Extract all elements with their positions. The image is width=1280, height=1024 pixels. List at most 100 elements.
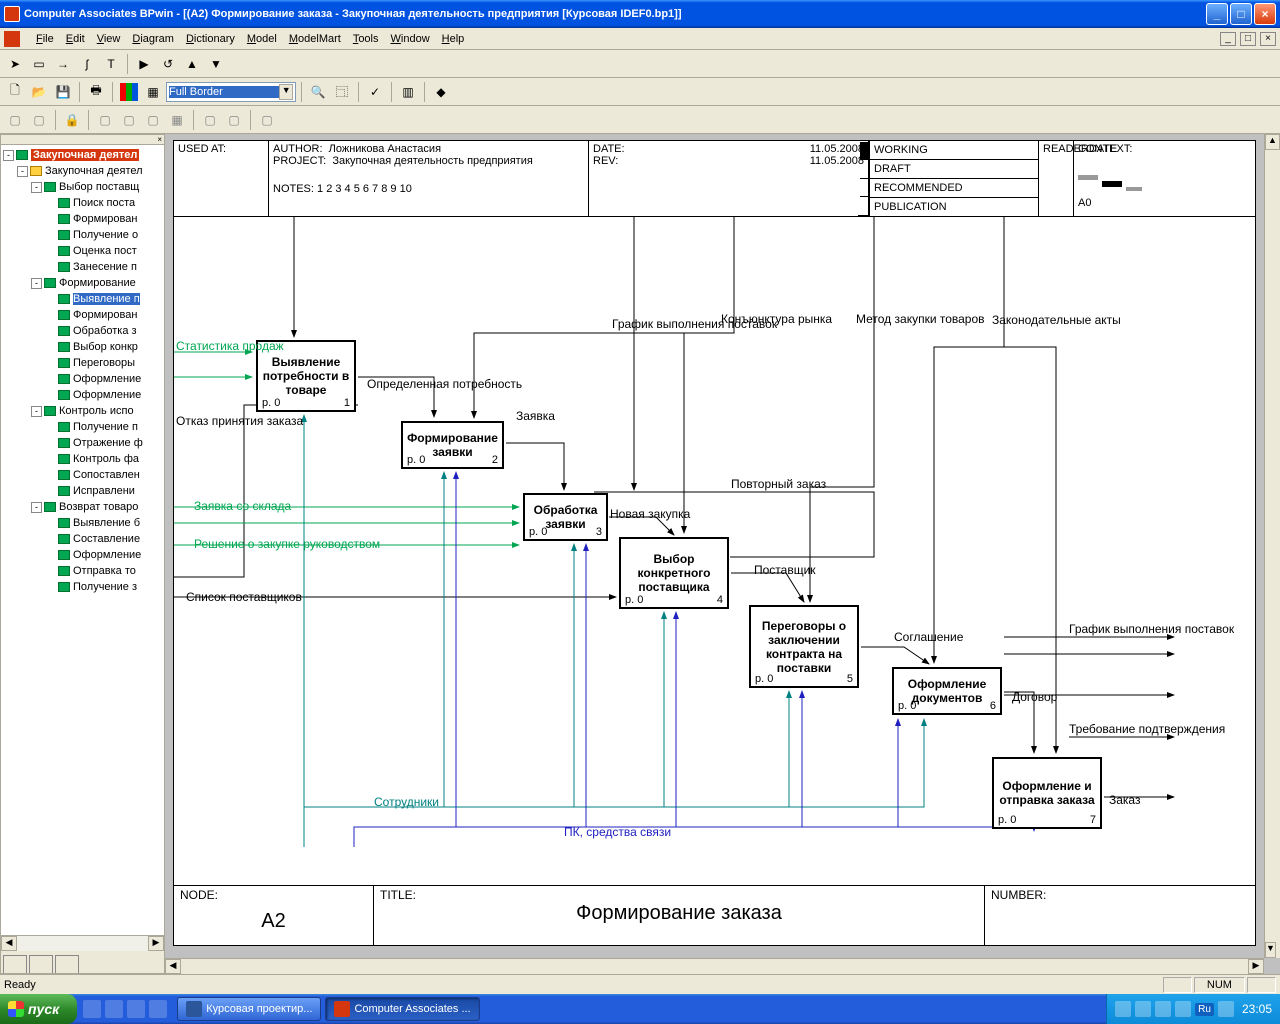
activity-box-4[interactable]: Выбор конкретного поставщикаp. 04 — [619, 537, 729, 609]
tree-node[interactable]: Оформление — [1, 387, 164, 403]
mm-grid-button[interactable]: ▦ — [166, 109, 188, 131]
tree-node[interactable]: Переговоры — [1, 355, 164, 371]
tree-node[interactable]: Формирован — [1, 211, 164, 227]
scroll-left-button[interactable]: ◀ — [165, 959, 181, 974]
modelmart-button[interactable]: ◆ — [430, 81, 452, 103]
canvas-h-scrollbar[interactable]: ◀ ▶ — [165, 958, 1264, 974]
arrow-tool-button[interactable]: → — [52, 53, 74, 75]
tree-node[interactable]: -Закупочная деятел — [1, 147, 164, 163]
refresh-button[interactable]: ↺ — [157, 53, 179, 75]
play-button[interactable]: ▶ — [133, 53, 155, 75]
mm-btn-7[interactable]: ▢ — [223, 109, 245, 131]
activity-box-3[interactable]: Обработка заявкиp. 03 — [523, 493, 608, 541]
menu-tools[interactable]: Tools — [347, 31, 385, 47]
mm-lock-button[interactable]: 🔒 — [61, 109, 83, 131]
report-button[interactable]: ▥ — [397, 81, 419, 103]
combo-dropdown-button[interactable]: ▼ — [279, 84, 293, 100]
tree-node[interactable]: Получение о — [1, 227, 164, 243]
tree-node[interactable]: Исправлени — [1, 483, 164, 499]
scroll-left-button[interactable]: ◀ — [1, 936, 17, 951]
tray-clock[interactable]: 23:05 — [1242, 1002, 1272, 1016]
model-explorer-button[interactable]: ▦ — [142, 81, 164, 103]
mm-btn-1[interactable]: ▢ — [4, 109, 26, 131]
mdi-minimize-button[interactable]: _ — [1220, 32, 1236, 46]
tray-icon-3[interactable] — [1155, 1001, 1171, 1017]
activity-box-5[interactable]: Переговоры о заключении контракта на пос… — [749, 605, 859, 688]
activity-box-button[interactable]: ▭ — [28, 53, 50, 75]
minimize-button[interactable]: _ — [1206, 3, 1228, 25]
mm-btn-6[interactable]: ▢ — [199, 109, 221, 131]
maximize-button[interactable]: □ — [1230, 3, 1252, 25]
tree-node[interactable]: Формирован — [1, 307, 164, 323]
tray-icon-2[interactable] — [1135, 1001, 1151, 1017]
tray-icon-5[interactable] — [1218, 1001, 1234, 1017]
scroll-right-button[interactable]: ▶ — [148, 936, 164, 951]
scroll-up-button[interactable]: ▲ — [1265, 134, 1280, 150]
ql-icon-2[interactable] — [105, 1000, 123, 1018]
menu-modelmart[interactable]: ModelMart — [283, 31, 347, 47]
tree-node[interactable]: Составление — [1, 531, 164, 547]
tree-node[interactable]: -Контроль испо — [1, 403, 164, 419]
ql-icon-4[interactable] — [149, 1000, 167, 1018]
open-button[interactable]: 📂 — [28, 81, 50, 103]
explorer-tab-2[interactable] — [29, 955, 53, 973]
menu-dictionary[interactable]: Dictionary — [180, 31, 241, 47]
border-style-combo[interactable]: ▼ — [166, 82, 296, 102]
activity-box-7[interactable]: Оформление и отправка заказаp. 07 — [992, 757, 1102, 829]
taskbar-button-bpwin[interactable]: Computer Associates ... — [325, 997, 479, 1021]
zoom-in-button[interactable]: 🔍 — [307, 81, 329, 103]
zoom-fit-button[interactable]: ⿹ — [331, 81, 353, 103]
menu-diagram[interactable]: Diagram — [126, 31, 180, 47]
tree-node[interactable]: Выбор конкр — [1, 339, 164, 355]
tree-node[interactable]: Сопоставлен — [1, 467, 164, 483]
menu-view[interactable]: View — [91, 31, 127, 47]
tree-node[interactable]: Обработка з — [1, 323, 164, 339]
tree-node[interactable]: Контроль фа — [1, 451, 164, 467]
explorer-tab-1[interactable] — [3, 955, 27, 973]
canvas-v-scrollbar[interactable]: ▲ ▼ — [1264, 134, 1280, 958]
tree-node[interactable]: -Формирование — [1, 275, 164, 291]
scroll-down-button[interactable]: ▼ — [1265, 942, 1276, 958]
mm-btn-8[interactable]: ▢ — [256, 109, 278, 131]
new-button[interactable]: 🗋 — [4, 81, 26, 103]
tree-node[interactable]: Получение з — [1, 579, 164, 595]
tree-node[interactable]: Отправка то — [1, 563, 164, 579]
activity-box-2[interactable]: Формирование заявкиp. 02 — [401, 421, 504, 469]
mm-btn-3[interactable]: ▢ — [94, 109, 116, 131]
save-button[interactable]: 💾 — [52, 81, 74, 103]
tree-node[interactable]: Отражение ф — [1, 435, 164, 451]
spellcheck-button[interactable]: ✓ — [364, 81, 386, 103]
squiggle-tool-button[interactable]: ʃ — [76, 53, 98, 75]
tree-node[interactable]: Оформление — [1, 547, 164, 563]
tray-icon-4[interactable] — [1175, 1001, 1191, 1017]
pointer-tool-button[interactable]: ➤ — [4, 53, 26, 75]
tray-icon-1[interactable] — [1115, 1001, 1131, 1017]
tree-node[interactable]: -Возврат товаро — [1, 499, 164, 515]
down-button[interactable]: ▼ — [205, 53, 227, 75]
start-button[interactable]: пуск — [0, 994, 77, 1024]
tree-node[interactable]: Оформление — [1, 371, 164, 387]
menu-window[interactable]: Window — [385, 31, 436, 47]
ql-icon-3[interactable] — [127, 1000, 145, 1018]
color-palette-button[interactable] — [118, 81, 140, 103]
print-button[interactable]: 🖶 — [85, 81, 107, 103]
model-tree[interactable]: -Закупочная деятел-Закупочная деятел-Выб… — [1, 145, 164, 935]
explorer-tab-3[interactable] — [55, 955, 79, 973]
activity-box-6[interactable]: Оформление документовp. 06 — [892, 667, 1002, 715]
menu-model[interactable]: Model — [241, 31, 283, 47]
mdi-close-button[interactable]: × — [1260, 32, 1276, 46]
menu-help[interactable]: Help — [436, 31, 471, 47]
diagram-canvas[interactable]: USED AT: AUTHOR: Ложникова Анастасия PRO… — [165, 134, 1280, 974]
ql-icon-1[interactable] — [83, 1000, 101, 1018]
tree-node[interactable]: Оценка пост — [1, 243, 164, 259]
tree-node[interactable]: Выявление б — [1, 515, 164, 531]
taskbar-button-word[interactable]: Курсовая проектир... — [177, 997, 321, 1021]
mm-btn-5[interactable]: ▢ — [142, 109, 164, 131]
menu-file[interactable]: File — [30, 31, 60, 47]
tree-node[interactable]: Получение п — [1, 419, 164, 435]
tree-node[interactable]: -Выбор поставщ — [1, 179, 164, 195]
up-button[interactable]: ▲ — [181, 53, 203, 75]
mm-btn-4[interactable]: ▢ — [118, 109, 140, 131]
tree-h-scrollbar[interactable]: ◀ ▶ — [1, 935, 164, 951]
menu-edit[interactable]: Edit — [60, 31, 91, 47]
